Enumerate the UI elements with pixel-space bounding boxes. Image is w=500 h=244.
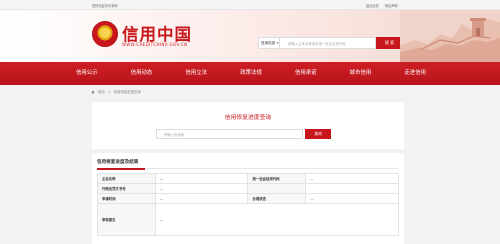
credit-code-value: — — [305, 173, 399, 184]
site-url: WWW.CREDITCHINA.GOV.CN — [122, 42, 188, 47]
empty-label-cell — [247, 183, 307, 194]
penalty-doc-label: 行政处罚文书号 — [97, 183, 156, 194]
nav-item-credit-legislation[interactable]: 信用立法 — [185, 62, 207, 85]
penalty-doc-value: — — [154, 183, 249, 194]
table-row: 审核意见 — — [97, 203, 400, 236]
home-icon — [91, 89, 95, 94]
table-row: 申请时间 — 办理状态 — — [97, 193, 399, 204]
header-search-button[interactable]: 搜 索 — [376, 37, 403, 49]
apply-time-value: — — [154, 193, 249, 204]
status-value: — — [305, 193, 399, 204]
national-emblem-icon: ★ — [92, 21, 118, 47]
empty-value-cell — [305, 183, 399, 194]
company-name-label: 企业名称 — [97, 173, 156, 184]
query-panel: 信用修复进度查询 请输入查询码 查询 — [92, 102, 404, 149]
results-divider — [97, 167, 399, 170]
nav-item-about-credit[interactable]: 走进信用 — [404, 62, 426, 85]
header-search: 信用信息 ▼ 请输入主体名称或查询一社会信用代码 搜 索 — [258, 37, 403, 49]
breadcrumb: 首页 > 信用修复进度查询 — [91, 89, 141, 94]
nav-item-policies[interactable]: 政策法规 — [240, 62, 262, 85]
great-wall-banner-image — [400, 10, 500, 62]
search-scope-label: 信用信息 — [261, 40, 276, 45]
welcome-text: 您好欢迎访问本网 — [92, 4, 118, 8]
query-button[interactable]: 查询 — [305, 129, 331, 139]
nav-item-credit-news[interactable]: 信用动态 — [131, 62, 153, 85]
query-title: 信用修复进度查询 — [224, 115, 272, 121]
company-name-value: — — [154, 173, 249, 184]
feedback-link[interactable]: 建议反馈 — [366, 3, 379, 8]
query-form: 请输入查询码 查询 — [156, 129, 331, 139]
status-label: 办理状态 — [247, 193, 307, 204]
results-panel: 信用修复进度及结果 企业名称 — 统一社会信用代码 — 行政处罚文书号 — 申请… — [92, 153, 404, 244]
top-links: 建议反馈 网站声明 — [366, 3, 398, 8]
apply-time-label: 申请时间 — [97, 193, 156, 204]
site-statement-link[interactable]: 网站声明 — [385, 3, 398, 8]
breadcrumb-current: 信用修复进度查询 — [113, 90, 141, 94]
header-search-input[interactable]: 请输入主体名称或查询一社会信用代码 — [280, 37, 376, 49]
nav-item-credit-publicity[interactable]: 信用公示 — [76, 62, 98, 85]
top-bar: 您好欢迎访问本网 建议反馈 网站声明 — [0, 0, 500, 10]
site-header: ★ 信用中国 WWW.CREDITCHINA.GOV.CN 信用信息 ▼ 请输入… — [0, 10, 500, 62]
review-opinion-label: 审核意见 — [97, 203, 156, 236]
breadcrumb-separator: > — [107, 89, 111, 94]
nav-item-city-credit[interactable]: 城市信用 — [350, 62, 372, 85]
breadcrumb-home[interactable]: 首页 — [98, 89, 105, 94]
results-table: 企业名称 — 统一社会信用代码 — 行政处罚文书号 — 申请时间 — 办理状态 … — [97, 173, 400, 236]
review-opinion-value: — — [154, 203, 400, 236]
search-scope-select[interactable]: 信用信息 ▼ — [258, 37, 280, 49]
credit-code-label: 统一社会信用代码 — [247, 173, 307, 184]
table-row: 行政处罚文书号 — — [97, 183, 399, 194]
table-row: 企业名称 — 统一社会信用代码 — — [97, 173, 399, 184]
main-nav: 信用公示 信用动态 信用立法 政策法规 信用承诺 城市信用 走进信用 — [0, 62, 500, 85]
chevron-down-icon: ▼ — [276, 41, 279, 45]
results-title: 信用修复进度及结果 — [97, 160, 139, 165]
nav-item-credit-commitment[interactable]: 信用承诺 — [295, 62, 317, 85]
query-code-input[interactable]: 请输入查询码 — [156, 129, 303, 139]
